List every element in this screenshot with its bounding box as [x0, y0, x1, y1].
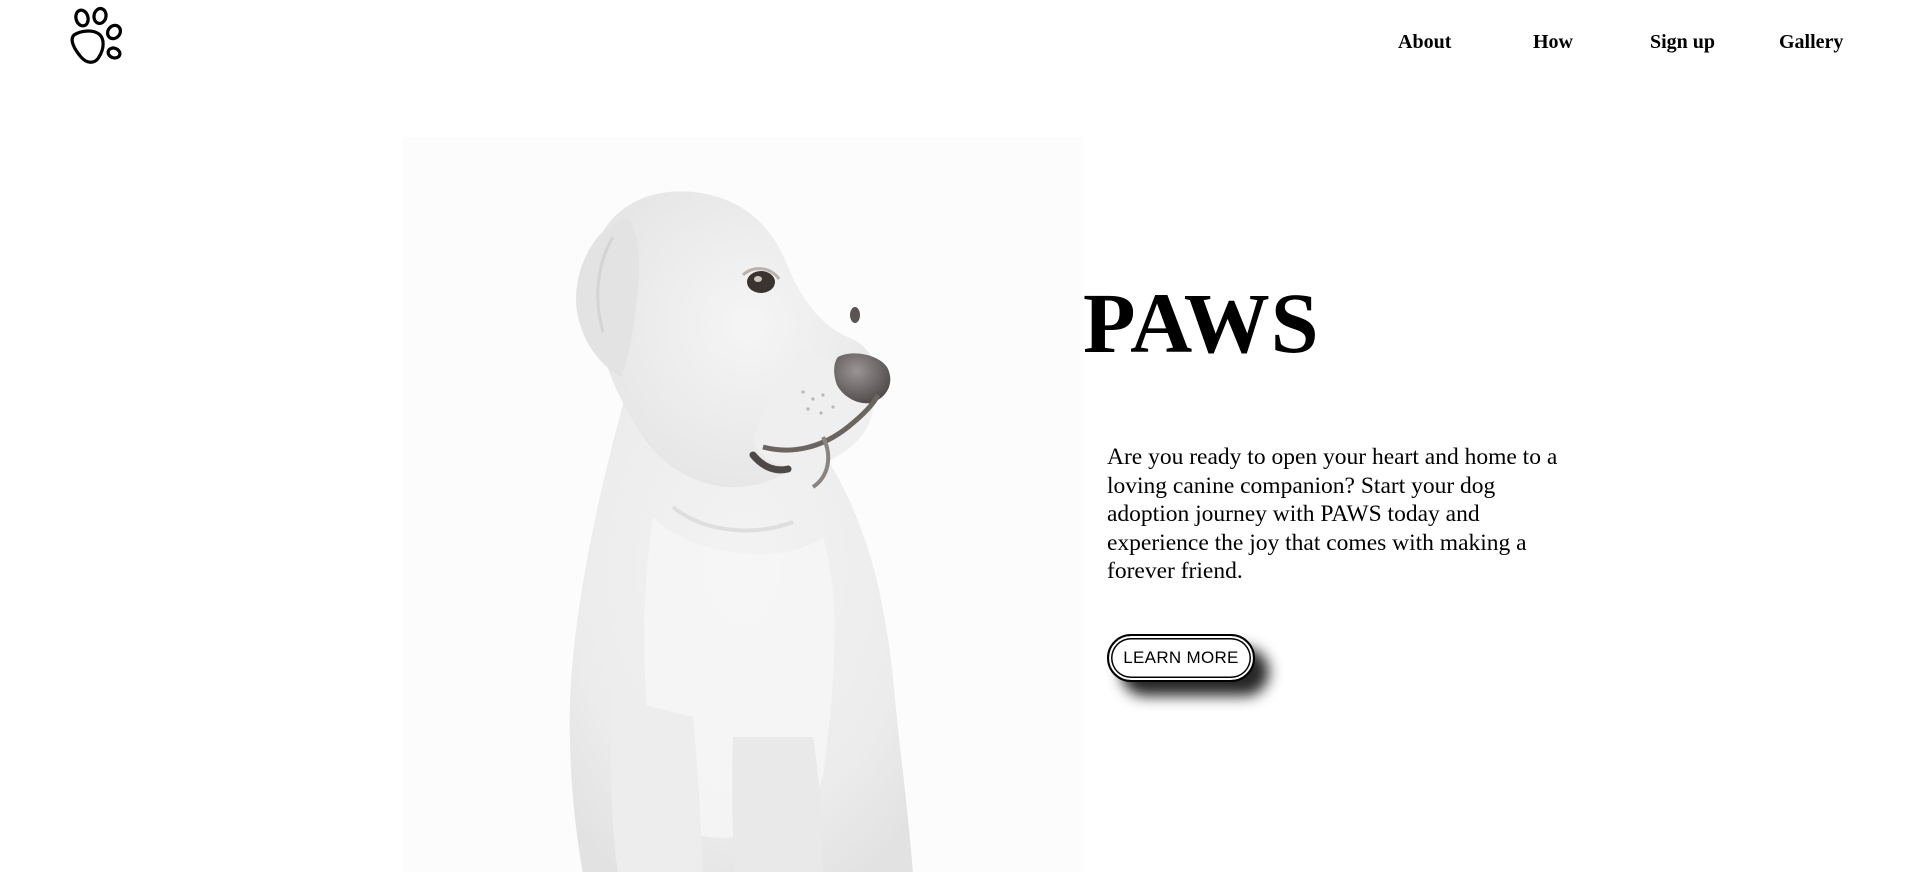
nav-how[interactable]: How — [1533, 28, 1573, 56]
page: About How Sign up Gallery PAWS Are you r… — [0, 0, 1919, 872]
hero-title: PAWS — [1083, 275, 1320, 371]
nav-about[interactable]: About — [1398, 28, 1451, 56]
nav-gallery[interactable]: Gallery — [1779, 28, 1843, 56]
nav-sign-up[interactable]: Sign up — [1650, 28, 1715, 56]
learn-more-button[interactable]: LEARN MORE — [1107, 634, 1255, 682]
hero-description: Are you ready to open your heart and hom… — [1107, 444, 1558, 584]
main-nav: About How Sign up Gallery — [0, 28, 1919, 56]
hero-dog-image — [403, 137, 1082, 872]
